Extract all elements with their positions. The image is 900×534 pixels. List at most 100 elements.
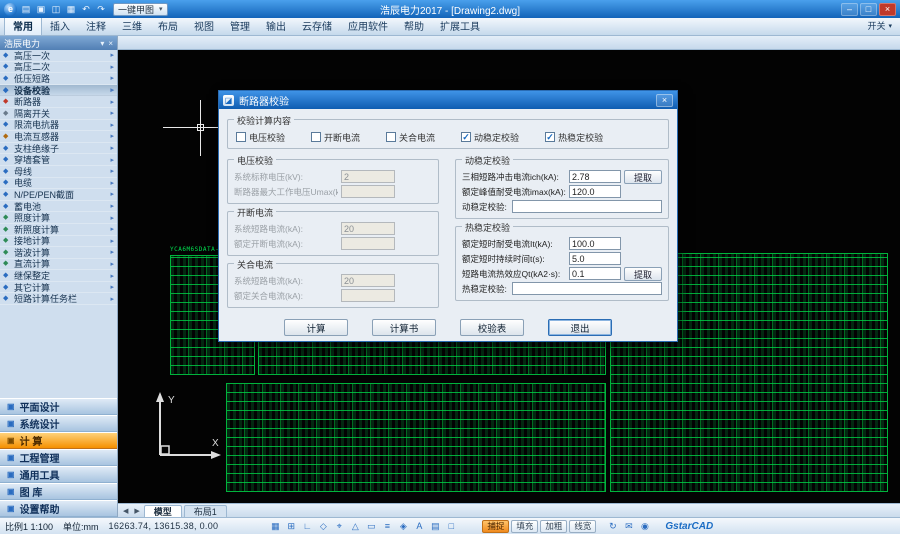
autohide-icon[interactable]: ▾ [100, 39, 104, 48]
chevron-right-icon: ▸ [110, 202, 114, 210]
ribbon-tab[interactable]: 管理 [222, 16, 258, 35]
polar-tracking-icon[interactable]: ◇ [316, 520, 330, 533]
units-display[interactable]: 单位:mm [63, 520, 99, 533]
checkbox-item[interactable]: 关合电流 [386, 131, 435, 144]
sidebar-nav-item[interactable]: ▣平面设计 [0, 398, 117, 415]
ribbon-tab[interactable]: 插入 [42, 16, 78, 35]
sidebar-nav-label: 图 库 [20, 484, 43, 499]
layout-tab[interactable]: 布局1 [184, 505, 227, 517]
redo-icon[interactable]: ↷ [94, 4, 108, 15]
ribbon-switch-control[interactable]: 开关 ▾ [867, 19, 896, 35]
sidebar-nav-item[interactable]: ▣系统设计 [0, 415, 117, 432]
ribbon-tab[interactable]: 常用 [4, 15, 42, 35]
checkbox-item[interactable]: 电压校验 [236, 131, 285, 144]
tab-scroll-left-icon[interactable]: ◀ [121, 507, 130, 517]
ribbon-tab[interactable]: 视图 [186, 16, 222, 35]
chevron-right-icon: ▸ [110, 295, 114, 303]
sidebar-item[interactable]: ◆短路计算任务栏▸ [0, 293, 117, 305]
object-snap-icon[interactable]: ⌖ [332, 520, 346, 533]
checkbox-item[interactable]: ✓热稳定校验 [545, 131, 603, 144]
dialog-close-icon[interactable]: × [656, 94, 673, 107]
snap-icon[interactable]: ⊞ [284, 520, 298, 533]
field-input[interactable] [512, 282, 662, 295]
field-input[interactable] [569, 267, 621, 280]
fullscreen-icon[interactable]: □ [444, 520, 458, 533]
extract-button[interactable]: 提取 [624, 170, 662, 184]
ribbon-tab[interactable]: 注释 [78, 16, 114, 35]
object-tracking-icon[interactable]: △ [348, 520, 362, 533]
chevron-right-icon: ▸ [110, 167, 114, 175]
calculate-button[interactable]: 计算 [284, 319, 348, 336]
report-button[interactable]: 计算书 [372, 319, 436, 336]
checkbox-item[interactable]: ✓动稳定校验 [461, 131, 519, 144]
chevron-right-icon: ▸ [110, 74, 114, 82]
app-logo-icon[interactable]: e [4, 3, 17, 16]
field-input[interactable] [569, 170, 621, 183]
workflow-dropdown-value: 一键甲图 [118, 3, 154, 16]
sidebar-panel: 浩辰电力 ▾ × ◆高压一次▸◆高压二次▸◆低压短路▸◆设备校验▸◆断路器▸◆隔… [0, 36, 118, 517]
extract-button[interactable]: 提取 [624, 267, 662, 281]
ribbon-tab[interactable]: 帮助 [396, 16, 432, 35]
workspace-icon[interactable]: ▤ [428, 520, 442, 533]
dialog-title-bar[interactable]: ◪ 断路器校验 × [219, 91, 677, 109]
checkbox-box [386, 132, 396, 142]
isodraft-icon[interactable]: ◈ [396, 520, 410, 533]
ribbon-tab[interactable]: 三维 [114, 16, 150, 35]
field-input[interactable] [512, 200, 662, 213]
field-label: 动稳定校验: [462, 201, 509, 213]
workflow-dropdown[interactable]: 一键甲图 ▾ [113, 3, 168, 16]
sidebar-nav-item[interactable]: ▣通用工具 [0, 466, 117, 483]
sidebar-nav-item[interactable]: ▣工程管理 [0, 449, 117, 466]
status-toggle[interactable]: 加粗 [540, 520, 567, 533]
layout-tab[interactable]: 模型 [144, 505, 182, 517]
new-file-icon[interactable]: ▤ [19, 4, 33, 15]
grid-icon[interactable]: ▦ [268, 520, 282, 533]
ribbon-tab[interactable]: 布局 [150, 16, 186, 35]
annotation-icon[interactable]: A [412, 520, 426, 533]
drawing-table [226, 383, 606, 492]
properties-panel-icon[interactable]: ≡ [380, 520, 394, 533]
tab-scroll-right-icon[interactable]: ▶ [132, 507, 141, 517]
sidebar-nav-item[interactable]: ▣设置帮助 [0, 500, 117, 517]
scale-display[interactable]: 比例1 1:100 [5, 520, 53, 533]
ribbon-tab[interactable]: 云存储 [294, 16, 340, 35]
refresh-icon[interactable]: ↻ [606, 520, 619, 533]
drawing-canvas[interactable]: YCA6M6SDATA-AHL Y X ◪ 断路器校验 [118, 50, 900, 503]
field-group: 热稳定校验额定短时耐受电流It(kA):额定短时持续时间t(s):短路电流热效应… [455, 226, 669, 301]
item-icon: ◆ [3, 203, 11, 210]
status-toggle[interactable]: 捕捉 [482, 520, 509, 533]
close-button[interactable]: × [879, 3, 896, 16]
lineweight-icon[interactable]: ▭ [364, 520, 378, 533]
field-input[interactable] [569, 237, 621, 250]
maximize-button[interactable]: □ [860, 3, 877, 16]
field-input[interactable] [569, 252, 621, 265]
undo-icon[interactable]: ↶ [79, 4, 93, 15]
exit-button[interactable]: 退出 [548, 319, 612, 336]
checkbox-item[interactable]: 开断电流 [311, 131, 360, 144]
item-icon: ◆ [3, 121, 11, 128]
ribbon-tab[interactable]: 应用软件 [340, 16, 396, 35]
minimize-button[interactable]: – [841, 3, 858, 16]
ribbon-tab[interactable]: 输出 [258, 16, 294, 35]
user-icon[interactable]: ◉ [638, 520, 651, 533]
layout-tab-bar: ◀ ▶ 模型布局1 [118, 503, 900, 517]
save-icon[interactable]: ◫ [49, 4, 63, 15]
sidebar-nav-item[interactable]: ▣计 算 [0, 432, 117, 449]
close-icon[interactable]: × [108, 39, 113, 48]
status-toggle[interactable]: 填充 [511, 520, 538, 533]
item-icon: ◆ [3, 145, 11, 152]
status-toggle[interactable]: 线宽 [569, 520, 596, 533]
open-file-icon[interactable]: ▣ [34, 4, 48, 15]
ribbon-tab[interactable]: 扩展工具 [432, 16, 488, 35]
chevron-down-icon: ▾ [888, 22, 892, 30]
message-icon[interactable]: ✉ [622, 520, 635, 533]
field-group: 关合电流系统短路电流(kA):额定关合电流(kA): [227, 263, 439, 308]
sidebar-nav-item[interactable]: ▣图 库 [0, 483, 117, 500]
nav-item-icon: ▣ [7, 437, 15, 445]
field-input[interactable] [569, 185, 621, 198]
svg-text:X: X [212, 438, 219, 449]
ortho-icon[interactable]: ∟ [300, 520, 314, 533]
verify-table-button[interactable]: 校验表 [460, 319, 524, 336]
print-icon[interactable]: ▦ [64, 4, 78, 15]
checkbox-box [236, 132, 246, 142]
